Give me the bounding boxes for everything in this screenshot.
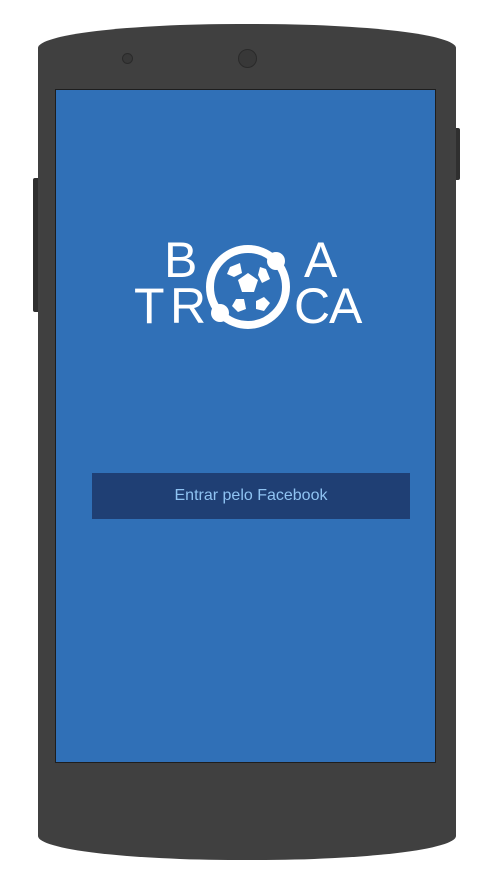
- facebook-login-button[interactable]: Entrar pelo Facebook: [92, 473, 410, 519]
- device-mockup: B A T R C A Entrar pelo Facebook: [0, 0, 480, 874]
- logo-letter: A: [329, 278, 363, 334]
- logo-letter: T: [134, 278, 165, 334]
- front-camera: [238, 49, 257, 68]
- boa-troca-logo: B A T R C A: [134, 235, 372, 335]
- app-screen: B A T R C A Entrar pelo Facebook: [55, 89, 436, 763]
- logo-letter: C: [294, 278, 331, 334]
- earpiece-sensor: [122, 53, 133, 64]
- soccer-ball-icon: [206, 245, 290, 329]
